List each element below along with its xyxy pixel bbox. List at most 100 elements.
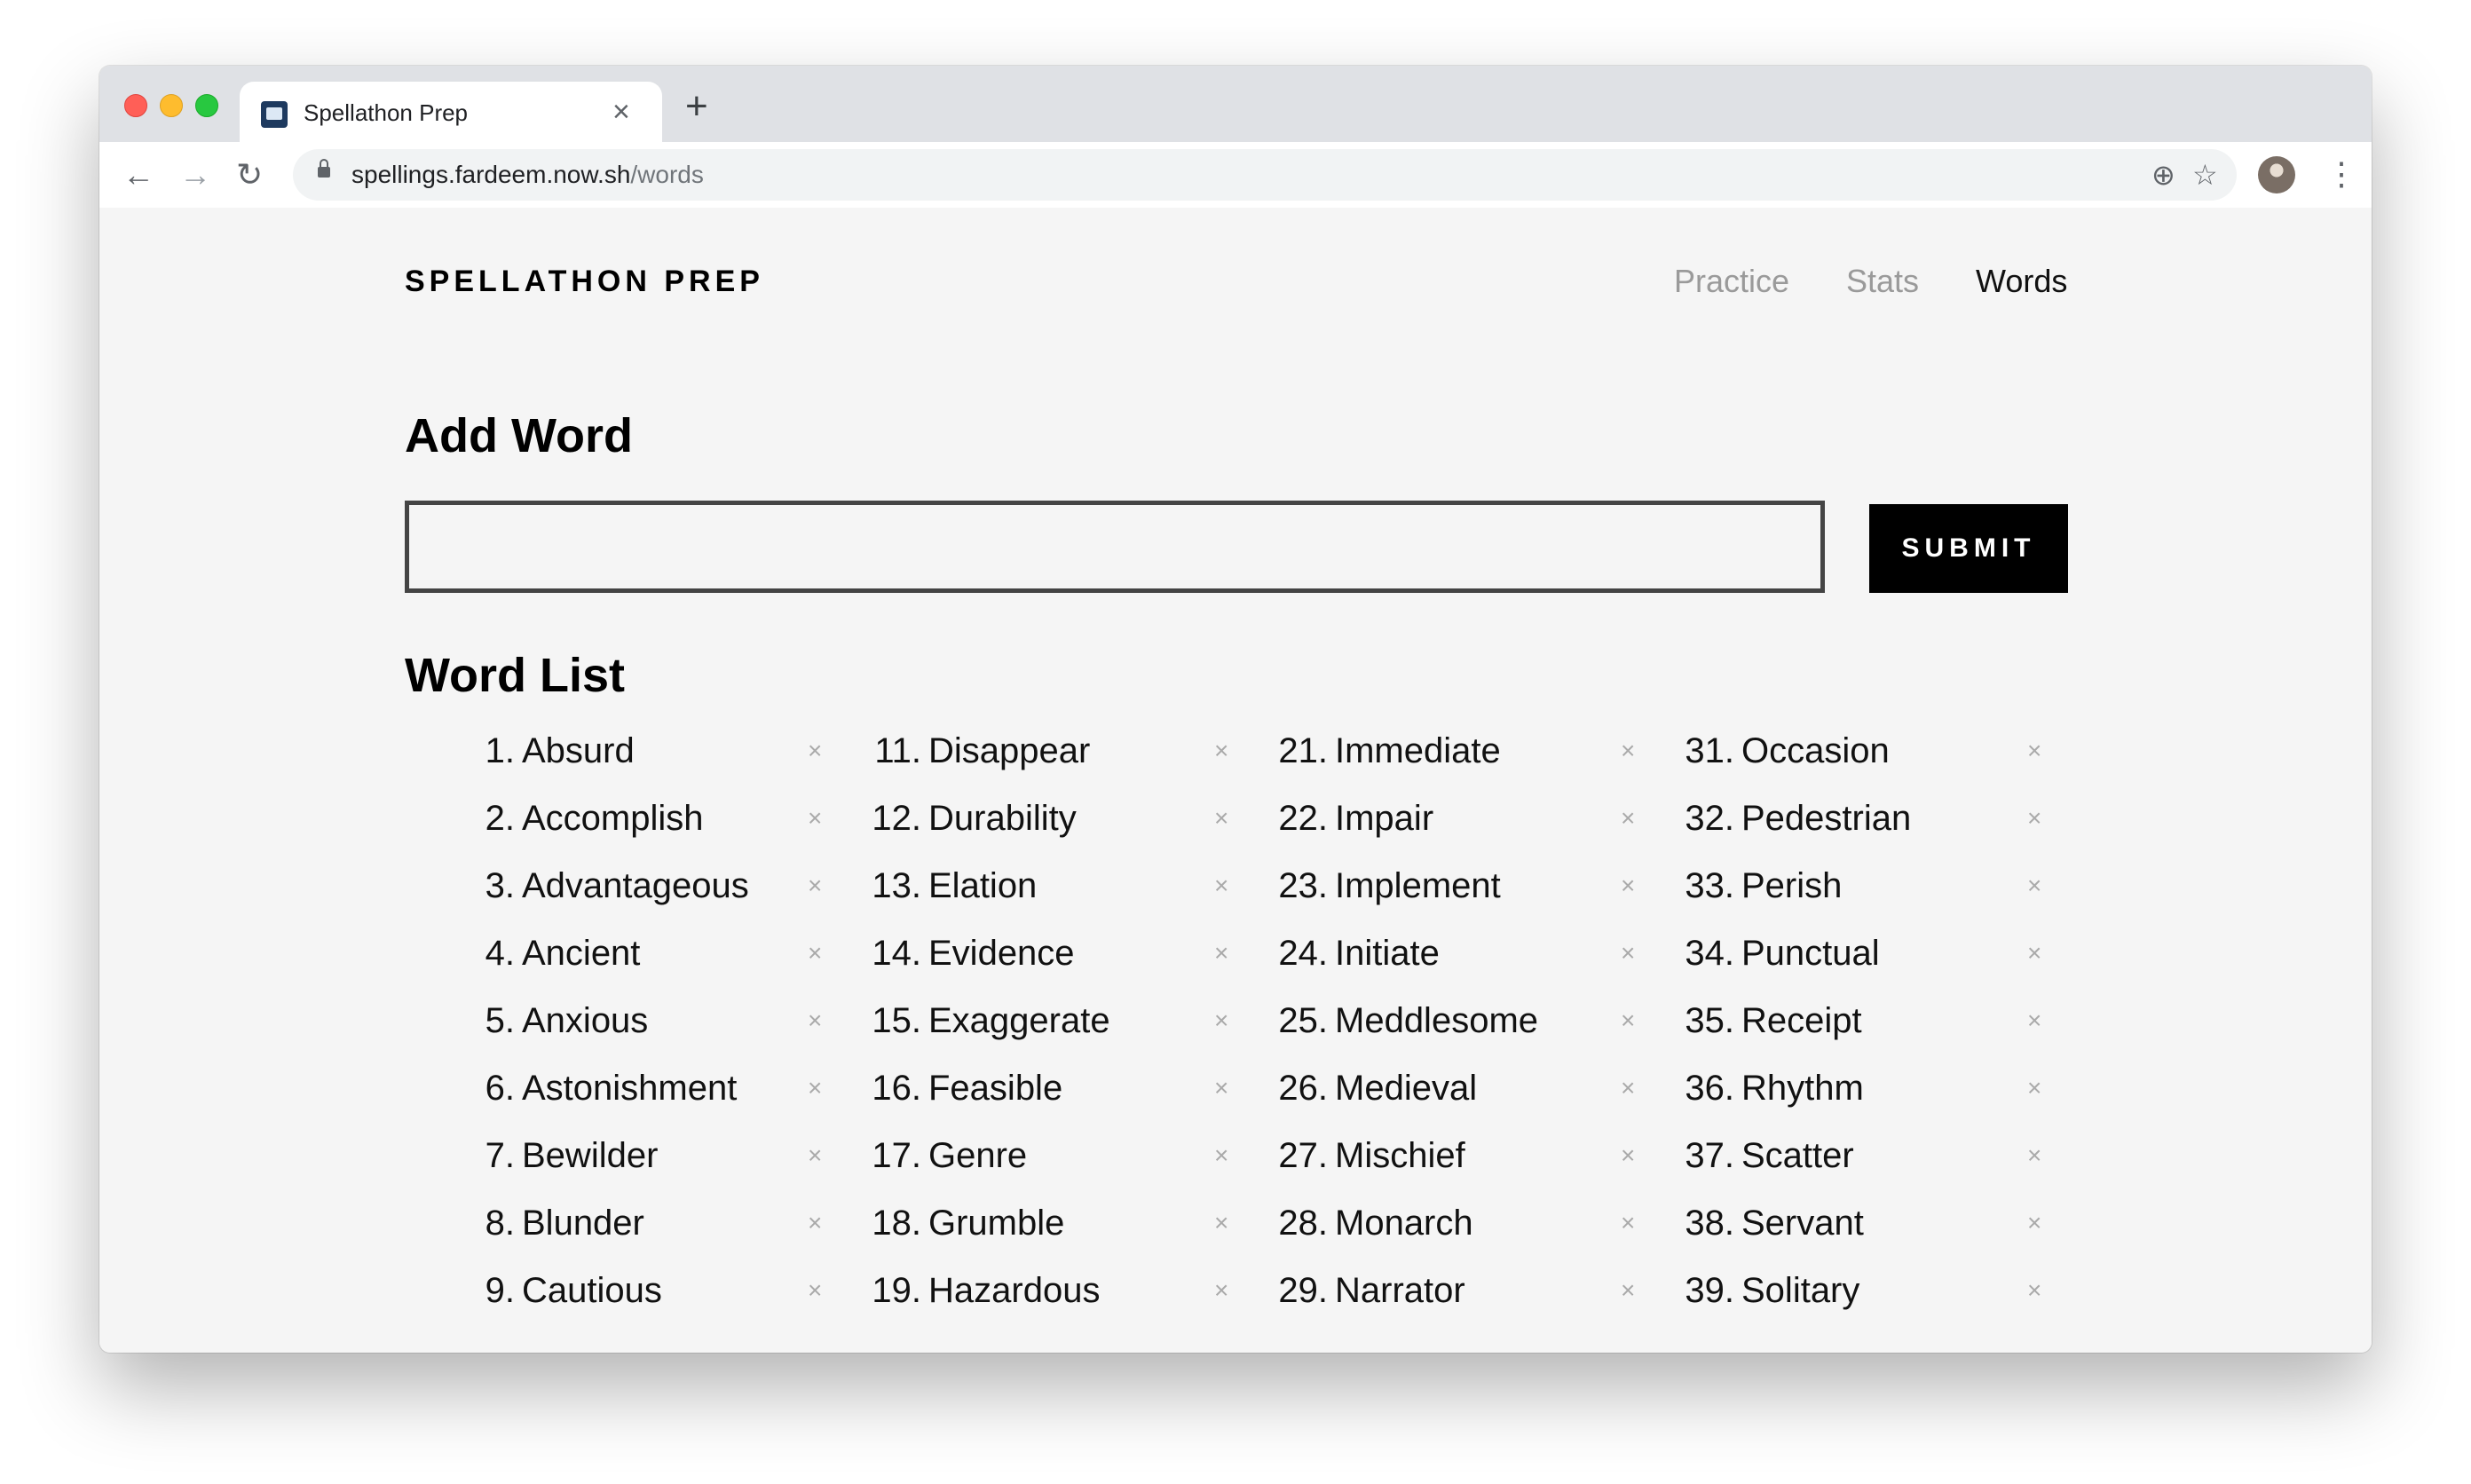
minimize-window-button[interactable]	[160, 94, 183, 117]
delete-word-icon[interactable]: ×	[2027, 1138, 2041, 1173]
word-text: Impair	[1335, 799, 1434, 838]
nav-words-link[interactable]: Words	[1976, 263, 2067, 300]
word-column: 21. Immediate × 22. Impair × 23. Implement × 24. I…	[1257, 731, 1647, 1353]
url-text[interactable]: spellings.fardeem.now.sh/words	[351, 161, 704, 189]
delete-word-icon[interactable]: ×	[1621, 935, 1635, 971]
delete-word-icon[interactable]: ×	[2027, 733, 2041, 769]
forward-arrow-icon[interactable]: →	[179, 153, 211, 197]
word-number: 23.	[1278, 866, 1328, 905]
browser-window: Spellathon Prep × + ← → ↻ spellings.fard…	[99, 66, 2372, 1353]
delete-word-icon[interactable]: ×	[1214, 801, 1228, 836]
new-tab-button[interactable]: +	[685, 87, 708, 126]
delete-word-icon[interactable]: ×	[808, 1003, 822, 1038]
word-list-item: 39. Solitary ×	[1663, 1271, 2054, 1353]
word-text: Astonishment	[522, 1069, 738, 1108]
word-number: 39.	[1685, 1271, 1734, 1310]
word-text: Medieval	[1335, 1069, 1478, 1108]
word-number: 14.	[872, 934, 921, 973]
word-number: 22.	[1278, 799, 1328, 838]
delete-word-icon[interactable]: ×	[1214, 733, 1228, 769]
word-text: Initiate	[1335, 934, 1440, 973]
word-number: 36.	[1685, 1069, 1734, 1108]
delete-word-icon[interactable]: ×	[1621, 1070, 1635, 1106]
profile-avatar[interactable]	[2258, 156, 2295, 193]
word-text: Ancient	[522, 934, 641, 973]
nav-stats-link[interactable]: Stats	[1846, 263, 1919, 300]
delete-word-icon[interactable]: ×	[1214, 1003, 1228, 1038]
word-number: 25.	[1278, 1001, 1328, 1040]
word-text: Rhythm	[1741, 1069, 1864, 1108]
delete-word-icon[interactable]: ×	[2027, 868, 2041, 904]
delete-word-icon[interactable]: ×	[1214, 1070, 1228, 1106]
delete-word-icon[interactable]: ×	[1214, 868, 1228, 904]
delete-word-icon[interactable]: ×	[2027, 935, 2041, 971]
zoom-icon[interactable]: ⊕	[2151, 156, 2175, 193]
delete-word-icon[interactable]: ×	[808, 1070, 822, 1106]
word-text: Occasion	[1741, 731, 1890, 770]
word-number: 5.	[485, 1001, 515, 1040]
word-text: Evidence	[928, 934, 1075, 973]
word-text: Grumble	[928, 1204, 1065, 1243]
delete-word-icon[interactable]: ×	[1214, 1205, 1228, 1241]
delete-word-icon[interactable]: ×	[808, 801, 822, 836]
tab-close-icon[interactable]: ×	[612, 94, 630, 130]
delete-word-icon[interactable]: ×	[1621, 868, 1635, 904]
word-number: 8.	[485, 1204, 515, 1243]
site-logo[interactable]: SPELLATHON PREP	[405, 264, 764, 299]
delete-word-icon[interactable]: ×	[2027, 801, 2041, 836]
word-text: Receipt	[1741, 1001, 1862, 1040]
word-text: Genre	[928, 1136, 1028, 1175]
word-number: 35.	[1685, 1001, 1734, 1040]
nav-practice-link[interactable]: Practice	[1674, 263, 1789, 300]
delete-word-icon[interactable]: ×	[1621, 1003, 1635, 1038]
reload-icon[interactable]: ↻	[236, 153, 263, 197]
delete-word-icon[interactable]: ×	[808, 935, 822, 971]
delete-word-icon[interactable]: ×	[1621, 1205, 1635, 1241]
lock-icon	[318, 159, 330, 178]
word-input[interactable]	[405, 501, 1825, 593]
word-number: 7.	[485, 1136, 515, 1175]
delete-word-icon[interactable]: ×	[1621, 1273, 1635, 1308]
close-window-button[interactable]	[124, 94, 147, 117]
word-list-item: 19. Hazardous ×	[850, 1271, 1241, 1353]
word-text: Hazardous	[928, 1271, 1101, 1310]
delete-word-icon[interactable]: ×	[1621, 733, 1635, 769]
delete-word-icon[interactable]: ×	[1621, 801, 1635, 836]
delete-word-icon[interactable]: ×	[1214, 1273, 1228, 1308]
delete-word-icon[interactable]: ×	[808, 1205, 822, 1241]
back-arrow-icon[interactable]: ←	[122, 153, 154, 197]
word-number: 18.	[872, 1204, 921, 1243]
word-text: Durability	[928, 799, 1077, 838]
word-text: Implement	[1335, 866, 1501, 905]
word-text: Punctual	[1741, 934, 1880, 973]
word-number: 15.	[872, 1001, 921, 1040]
delete-word-icon[interactable]: ×	[2027, 1273, 2041, 1308]
bookmark-star-icon[interactable]: ☆	[2192, 156, 2218, 193]
maximize-window-button[interactable]	[195, 94, 218, 117]
delete-word-icon[interactable]: ×	[808, 733, 822, 769]
delete-word-icon[interactable]: ×	[808, 1138, 822, 1173]
word-number: 31.	[1685, 731, 1734, 770]
word-number: 33.	[1685, 866, 1734, 905]
delete-word-icon[interactable]: ×	[808, 1273, 822, 1308]
word-text: Scatter	[1741, 1136, 1854, 1175]
word-text: Monarch	[1335, 1204, 1473, 1243]
word-number: 6.	[485, 1069, 515, 1108]
delete-word-icon[interactable]: ×	[1214, 1138, 1228, 1173]
delete-word-icon[interactable]: ×	[2027, 1070, 2041, 1106]
word-list-item: 9. Cautious ×	[444, 1271, 834, 1353]
submit-button[interactable]: SUBMIT	[1869, 504, 2068, 593]
browser-tab[interactable]: Spellathon Prep ×	[240, 82, 662, 142]
delete-word-icon[interactable]: ×	[1621, 1138, 1635, 1173]
delete-word-icon[interactable]: ×	[1214, 935, 1228, 971]
browser-menu-icon[interactable]: ⋮	[2325, 153, 2357, 195]
tab-title: Spellathon Prep	[304, 99, 469, 126]
delete-word-icon[interactable]: ×	[2027, 1205, 2041, 1241]
word-text: Meddlesome	[1335, 1001, 1539, 1040]
delete-word-icon[interactable]: ×	[808, 868, 822, 904]
word-text: Accomplish	[522, 799, 704, 838]
word-number: 21.	[1278, 731, 1328, 770]
word-text: Blunder	[522, 1204, 644, 1243]
address-bar[interactable]: spellings.fardeem.now.sh/words ⊕ ☆	[293, 149, 2237, 201]
delete-word-icon[interactable]: ×	[2027, 1003, 2041, 1038]
